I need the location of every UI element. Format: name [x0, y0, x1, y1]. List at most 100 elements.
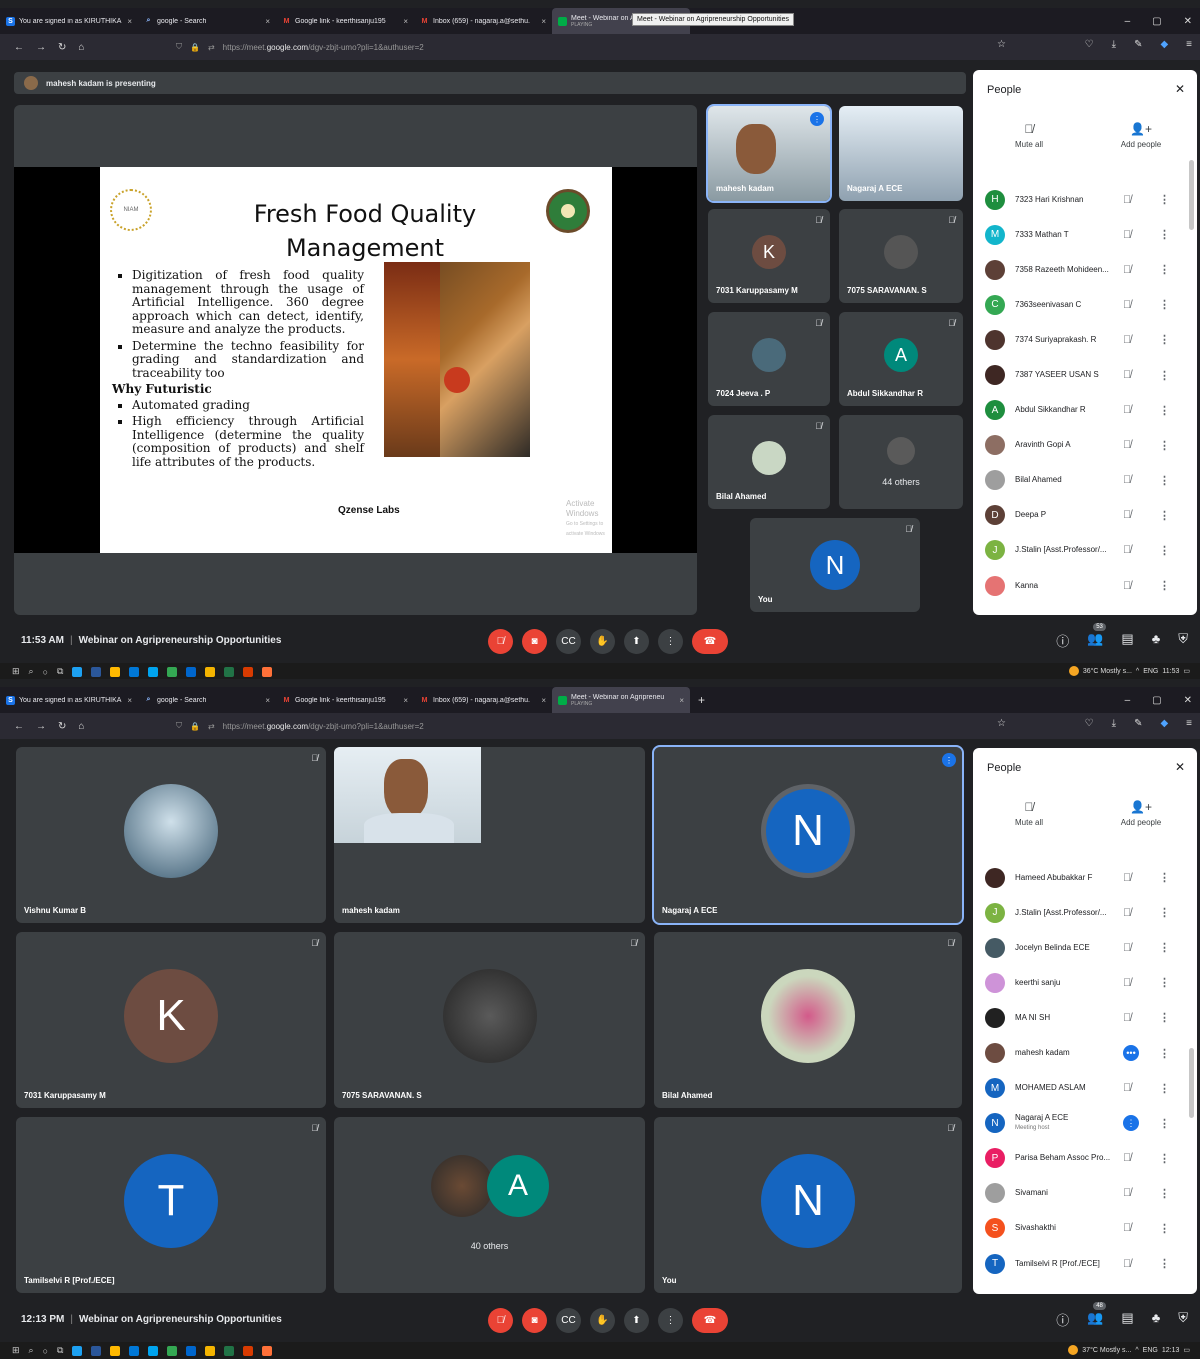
more-options-icon[interactable]: ⋮ [1159, 333, 1170, 346]
camera-off-icon[interactable]: ◙ [522, 1308, 547, 1333]
task-view-icon[interactable]: ⧉ [57, 666, 63, 677]
participant-tile[interactable]: 🎙̸ Vishnu Kumar B [16, 747, 326, 923]
activities-icon[interactable]: ♣ [1152, 631, 1161, 650]
more-options-icon[interactable]: ⋮ [1159, 1257, 1170, 1270]
close-icon[interactable]: × [403, 696, 408, 705]
close-icon[interactable]: ✕ [1175, 82, 1185, 96]
more-options-icon[interactable]: ⋮ [1159, 1152, 1170, 1165]
pocket-icon[interactable]: ♡ [1085, 718, 1094, 729]
scrollbar[interactable] [1189, 160, 1194, 230]
back-icon[interactable]: ← [14, 721, 24, 732]
more-options-icon[interactable]: ⋮ [1159, 1187, 1170, 1200]
app-icon[interactable] [224, 1345, 235, 1356]
more-options-icon[interactable]: ⋮ [1159, 228, 1170, 241]
app-icon[interactable] [186, 1345, 197, 1356]
more-options-icon[interactable]: ⋮ [1159, 941, 1170, 954]
more-options-icon[interactable]: ⋮ [1159, 1082, 1170, 1095]
more-options-icon[interactable]: ⋮ [1159, 579, 1170, 592]
app-icon[interactable] [224, 666, 235, 677]
chat-icon[interactable]: ▤ [1121, 631, 1133, 650]
close-icon[interactable]: × [541, 696, 546, 705]
more-options-icon[interactable]: ⋮ [1159, 509, 1170, 522]
close-window-icon[interactable]: ✕ [1184, 16, 1192, 27]
app-icon[interactable] [167, 666, 178, 677]
close-icon[interactable]: × [403, 17, 408, 26]
participant-tile[interactable]: 🎙̸ T Tamilselvi R [Prof./ECE] [16, 1117, 326, 1293]
mic-off-icon[interactable]: 🎙̸ [1123, 299, 1131, 311]
mic-off-icon[interactable]: 🎙̸ [1123, 977, 1131, 989]
mute-all-button[interactable]: 🎙̸ Mute all [973, 800, 1085, 827]
tab-gmail-link[interactable]: M Google link - keerthisanju195 × [276, 687, 414, 713]
app-icon[interactable] [72, 1345, 83, 1356]
participant-tile[interactable]: 🎙̸ K 7031 Karuppasamy M [16, 932, 326, 1108]
more-options-icon[interactable]: ⋮ [1159, 369, 1170, 382]
participant-tile[interactable]: 🎙̸ Bilal Ahamed [708, 415, 830, 509]
people-list-item[interactable]: Bilal Ahamed 🎙̸ ⋮ [973, 463, 1183, 498]
self-tile[interactable]: 🎙̸ N You [750, 518, 920, 612]
mic-off-icon[interactable]: 🎙̸ [1123, 439, 1131, 451]
url-field[interactable]: ⛉ 🔒 ⇄ https://meet.google.com/dgv-zbjt-umo?… [176, 38, 976, 56]
tab-gmail-link[interactable]: M Google link - keerthisanju195 × [276, 8, 414, 34]
info-icon[interactable]: ⓘ [1056, 1310, 1069, 1329]
app-icon[interactable] [167, 1345, 178, 1356]
more-options-icon[interactable]: ⋮ [1159, 439, 1170, 452]
minimize-icon[interactable]: – [1125, 16, 1131, 27]
more-options-icon[interactable]: ⋮ [1159, 871, 1170, 884]
people-list-item[interactable]: P Parisa Beham Assoc Pro... 🎙̸ ⋮ [973, 1141, 1183, 1176]
mic-off-icon[interactable]: 🎙̸ [1123, 404, 1131, 416]
app-icon[interactable] [129, 1345, 140, 1356]
mic-off-icon[interactable]: 🎙̸ [1123, 907, 1131, 919]
extension-icon[interactable]: ◆ [1160, 39, 1168, 50]
mute-all-button[interactable]: 🎙̸ Mute all [973, 122, 1085, 149]
pen-icon[interactable]: ✎ [1134, 718, 1142, 729]
search-icon[interactable]: ⌕ [29, 1345, 34, 1356]
download-icon[interactable]: ⤓ [1112, 718, 1116, 729]
people-list-item[interactable]: keerthi sanju 🎙̸ ⋮ [973, 965, 1183, 1000]
people-list-item[interactable]: 7374 Suriyaprakash. R 🎙̸ ⋮ [973, 322, 1183, 357]
present-icon[interactable]: ⬆ [624, 1308, 649, 1333]
mic-off-icon[interactable]: 🎙̸ [1123, 1222, 1131, 1234]
people-list-item[interactable]: S Sivashakthi 🎙̸ ⋮ [973, 1211, 1183, 1246]
participant-tile[interactable]: ⋮ N Nagaraj A ECE [652, 745, 964, 925]
app-icon[interactable] [91, 1345, 102, 1356]
tab-signed-in[interactable]: S You are signed in as KIRUTHIKA × [0, 687, 138, 713]
more-options-icon[interactable]: ⋮ [658, 629, 683, 654]
people-list-item[interactable]: 7358 Razeeth Mohideen... 🎙̸ ⋮ [973, 252, 1183, 287]
tab-meet[interactable]: Meet - Webinar on AgripreneuPLAYING × [552, 687, 690, 713]
url-field[interactable]: ⛉ 🔒 ⇄ https://meet.google.com/dgv-zbjt-umo?… [176, 717, 976, 735]
more-options-icon[interactable]: ⋮ [1159, 906, 1170, 919]
people-list-item[interactable]: M MOHAMED ASLAM 🎙̸ ⋮ [973, 1071, 1183, 1106]
more-options-icon[interactable]: ⋮ [1159, 193, 1170, 206]
mic-off-icon[interactable]: 🎙̸ [1123, 872, 1131, 884]
chevron-up-icon[interactable]: ^ [1136, 668, 1139, 675]
raise-hand-icon[interactable]: ✋ [590, 629, 615, 654]
mic-off-icon[interactable]: 🎙̸ [1123, 1187, 1131, 1199]
participant-tile[interactable]: mahesh kadam [334, 747, 645, 923]
close-window-icon[interactable]: ✕ [1184, 695, 1192, 706]
close-icon[interactable]: × [265, 696, 270, 705]
people-list-item[interactable]: T Tamilselvi R [Prof./ECE] 🎙̸ ⋮ [973, 1246, 1183, 1281]
participant-tile[interactable]: 🎙̸ 7075 SARAVANAN. S [334, 932, 645, 1108]
app-icon[interactable] [72, 666, 83, 677]
more-options-icon[interactable]: ⋮ [1159, 263, 1170, 276]
pocket-icon[interactable]: ♡ [1085, 39, 1094, 50]
people-list-item[interactable]: Kanna 🎙̸ ⋮ [973, 568, 1183, 603]
mic-off-icon[interactable]: 🎙̸ [1123, 509, 1131, 521]
pen-icon[interactable]: ✎ [1134, 39, 1142, 50]
people-icon[interactable]: 👥 53 [1087, 623, 1106, 650]
task-view-icon[interactable]: ⧉ [57, 1345, 63, 1356]
close-icon[interactable]: × [265, 17, 270, 26]
app-icon[interactable] [186, 666, 197, 677]
present-icon[interactable]: ⬆ [624, 629, 649, 654]
home-icon[interactable]: ⌂ [78, 42, 84, 53]
more-options-icon[interactable]: ⋮ [1159, 298, 1170, 311]
more-options-icon[interactable]: ⋮ [1159, 976, 1170, 989]
people-list-item[interactable]: Jocelyn Belinda ECE 🎙̸ ⋮ [973, 930, 1183, 965]
mic-off-icon[interactable]: 🎙̸ [1123, 1012, 1131, 1024]
more-options-icon[interactable]: ⋮ [1159, 1011, 1170, 1024]
reload-icon[interactable]: ↻ [58, 42, 66, 53]
chevron-up-icon[interactable]: ^ [1135, 1347, 1138, 1354]
people-list-item[interactable]: J J.Stalin [Asst.Professor/... 🎙̸ ⋮ [973, 895, 1183, 930]
tab-signed-in[interactable]: S You are signed in as KIRUTHIKA × [0, 8, 138, 34]
app-icon[interactable] [148, 666, 159, 677]
